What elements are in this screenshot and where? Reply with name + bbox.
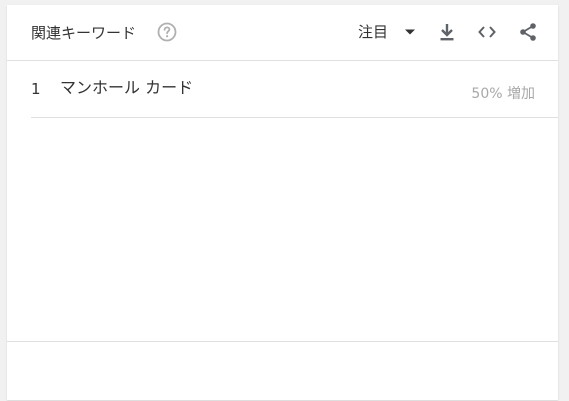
sort-selected-label: 注目 [358,23,389,41]
query-growth-value: 50% 増加 [471,86,535,102]
help-circle-icon[interactable] [157,22,177,42]
query-text[interactable]: マンホール カード [60,78,193,98]
card-footer [7,341,558,401]
chevron-down-icon [405,29,416,35]
download-icon[interactable] [436,21,458,43]
sort-dropdown[interactable]: 注目 [358,19,416,45]
card-title: 関連キーワード [31,24,137,42]
embed-code-icon[interactable] [476,21,498,43]
list-item[interactable]: 1 マンホール カード 50% 増加 [31,61,558,118]
card-header: 関連キーワード 注目 [7,5,558,61]
query-list: 1 マンホール カード 50% 増加 [31,61,558,118]
rank-number: 1 [31,80,41,98]
share-icon[interactable] [517,21,539,43]
related-queries-card: 関連キーワード 注目 1 マンホール カード 50% 増加 [7,5,558,400]
